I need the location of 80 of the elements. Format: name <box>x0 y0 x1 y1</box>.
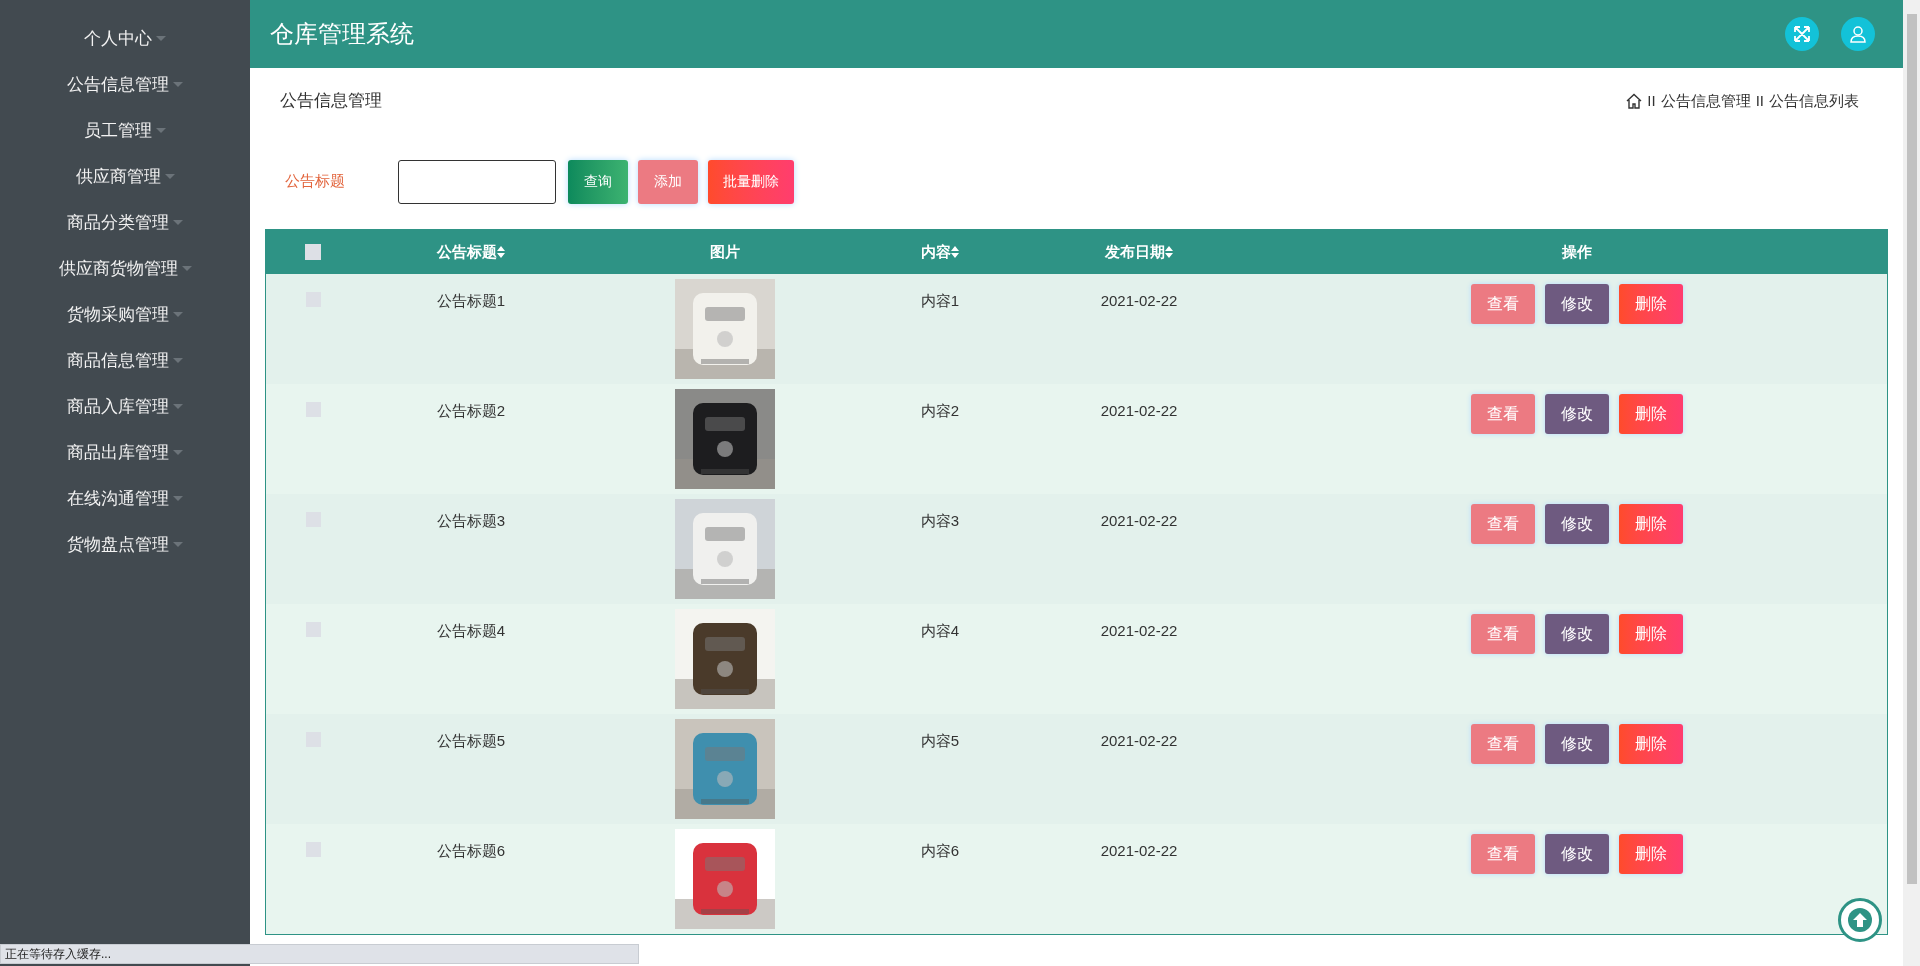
date-cell-text: 2021-02-22 <box>1100 291 1178 311</box>
caret-icon <box>173 404 183 410</box>
status-text: 正在等待存入缓存... <box>5 946 111 963</box>
search-button[interactable]: 查询 <box>568 159 628 204</box>
caret-icon <box>173 82 183 88</box>
date-cell-text: 2021-02-22 <box>1100 841 1178 861</box>
fullscreen-button[interactable] <box>1785 17 1819 51</box>
title-cell-text: 公告标题3 <box>436 511 506 531</box>
caret-icon <box>164 174 175 180</box>
content-cell-text: 内容4 <box>920 621 960 641</box>
edit-button[interactable]: 修改 <box>1544 394 1609 434</box>
scrollbar[interactable] <box>1903 0 1920 966</box>
sidebar-item[interactable]: 员工管理 <box>0 108 250 154</box>
sidebar-item[interactable]: 商品入库管理 <box>0 384 250 430</box>
bulk-delete-button[interactable]: 批量删除 <box>708 159 794 204</box>
column-header[interactable]: 公告标题 <box>437 240 505 264</box>
search-label: 公告标题 <box>285 171 346 192</box>
content-cell-text: 内容2 <box>920 401 960 421</box>
user-icon <box>1849 25 1867 43</box>
edit-button[interactable]: 修改 <box>1544 284 1609 324</box>
content-cell-text: 内容6 <box>920 841 960 861</box>
caret-icon <box>173 542 183 548</box>
caret-icon <box>173 220 183 226</box>
edit-button[interactable]: 修改 <box>1544 614 1609 654</box>
date-cell-text: 2021-02-22 <box>1100 731 1178 751</box>
sidebar-item[interactable]: 商品出库管理 <box>0 430 250 476</box>
user-button[interactable] <box>1841 17 1875 51</box>
edit-button[interactable]: 修改 <box>1544 504 1609 544</box>
column-header: 操作 <box>1561 241 1592 262</box>
delete-button[interactable]: 删除 <box>1618 834 1683 874</box>
delete-button[interactable]: 删除 <box>1618 614 1683 654</box>
caret-icon <box>173 312 183 318</box>
sidebar-item[interactable]: 供应商货物管理 <box>0 246 250 292</box>
content-cell-text: 内容1 <box>920 291 960 311</box>
caret-icon <box>181 266 192 272</box>
sidebar-item[interactable]: 货物采购管理 <box>0 292 250 338</box>
breadcrumb-link[interactable]: 公告信息列表 <box>1769 89 1859 113</box>
delete-button[interactable]: 删除 <box>1618 724 1683 764</box>
title-cell-text: 公告标题1 <box>436 291 506 311</box>
sort-icon <box>497 246 505 258</box>
caret-icon <box>156 128 166 134</box>
select-all-checkbox[interactable] <box>305 244 321 260</box>
title-cell-text: 公告标题4 <box>436 621 506 641</box>
content-cell-text: 内容3 <box>920 511 960 531</box>
app-title: 仓库管理系统 <box>270 19 414 49</box>
caret-icon <box>173 496 183 502</box>
sort-icon <box>951 246 959 258</box>
title-cell-text: 公告标题2 <box>436 401 506 421</box>
sidebar-item[interactable]: 供应商管理 <box>0 154 250 200</box>
sidebar-item[interactable]: 在线沟通管理 <box>0 476 250 522</box>
sidebar-item[interactable]: 商品信息管理 <box>0 338 250 384</box>
content-cell-text: 内容5 <box>920 731 960 751</box>
search-field[interactable] <box>398 159 556 204</box>
sidebar-item[interactable]: 商品分类管理 <box>0 200 250 246</box>
title-cell-text: 公告标题6 <box>436 841 506 861</box>
date-cell-text: 2021-02-22 <box>1100 511 1178 531</box>
caret-icon <box>173 358 183 364</box>
date-cell-text: 2021-02-22 <box>1100 621 1178 641</box>
sidebar-item[interactable]: 公告信息管理 <box>0 62 250 108</box>
caret-icon <box>173 450 183 456</box>
column-header[interactable]: 内容 <box>921 240 959 264</box>
page-title: 公告信息管理 <box>280 90 382 113</box>
delete-button[interactable]: 删除 <box>1618 504 1683 544</box>
sidebar-item[interactable]: 个人中心 <box>0 16 250 62</box>
breadcrumb-link[interactable]: 公告信息管理 <box>1660 89 1751 113</box>
sidebar-item[interactable]: 货物盘点管理 <box>0 522 250 568</box>
delete-button[interactable]: 删除 <box>1618 394 1683 434</box>
breadcrumb-separator: II <box>1755 90 1764 111</box>
expand-icon <box>1793 25 1811 43</box>
breadcrumb-separator: II <box>1647 90 1656 111</box>
column-header: 图片 <box>710 241 740 262</box>
sort-icon <box>1165 246 1173 258</box>
title-cell-text: 公告标题5 <box>436 731 506 751</box>
date-cell-text: 2021-02-22 <box>1100 401 1178 421</box>
edit-button[interactable]: 修改 <box>1544 834 1609 874</box>
home-icon <box>1626 93 1643 109</box>
delete-button[interactable]: 删除 <box>1618 284 1683 324</box>
column-header[interactable]: 发布日期 <box>1105 240 1173 264</box>
caret-icon <box>156 36 166 42</box>
edit-button[interactable]: 修改 <box>1544 724 1609 764</box>
